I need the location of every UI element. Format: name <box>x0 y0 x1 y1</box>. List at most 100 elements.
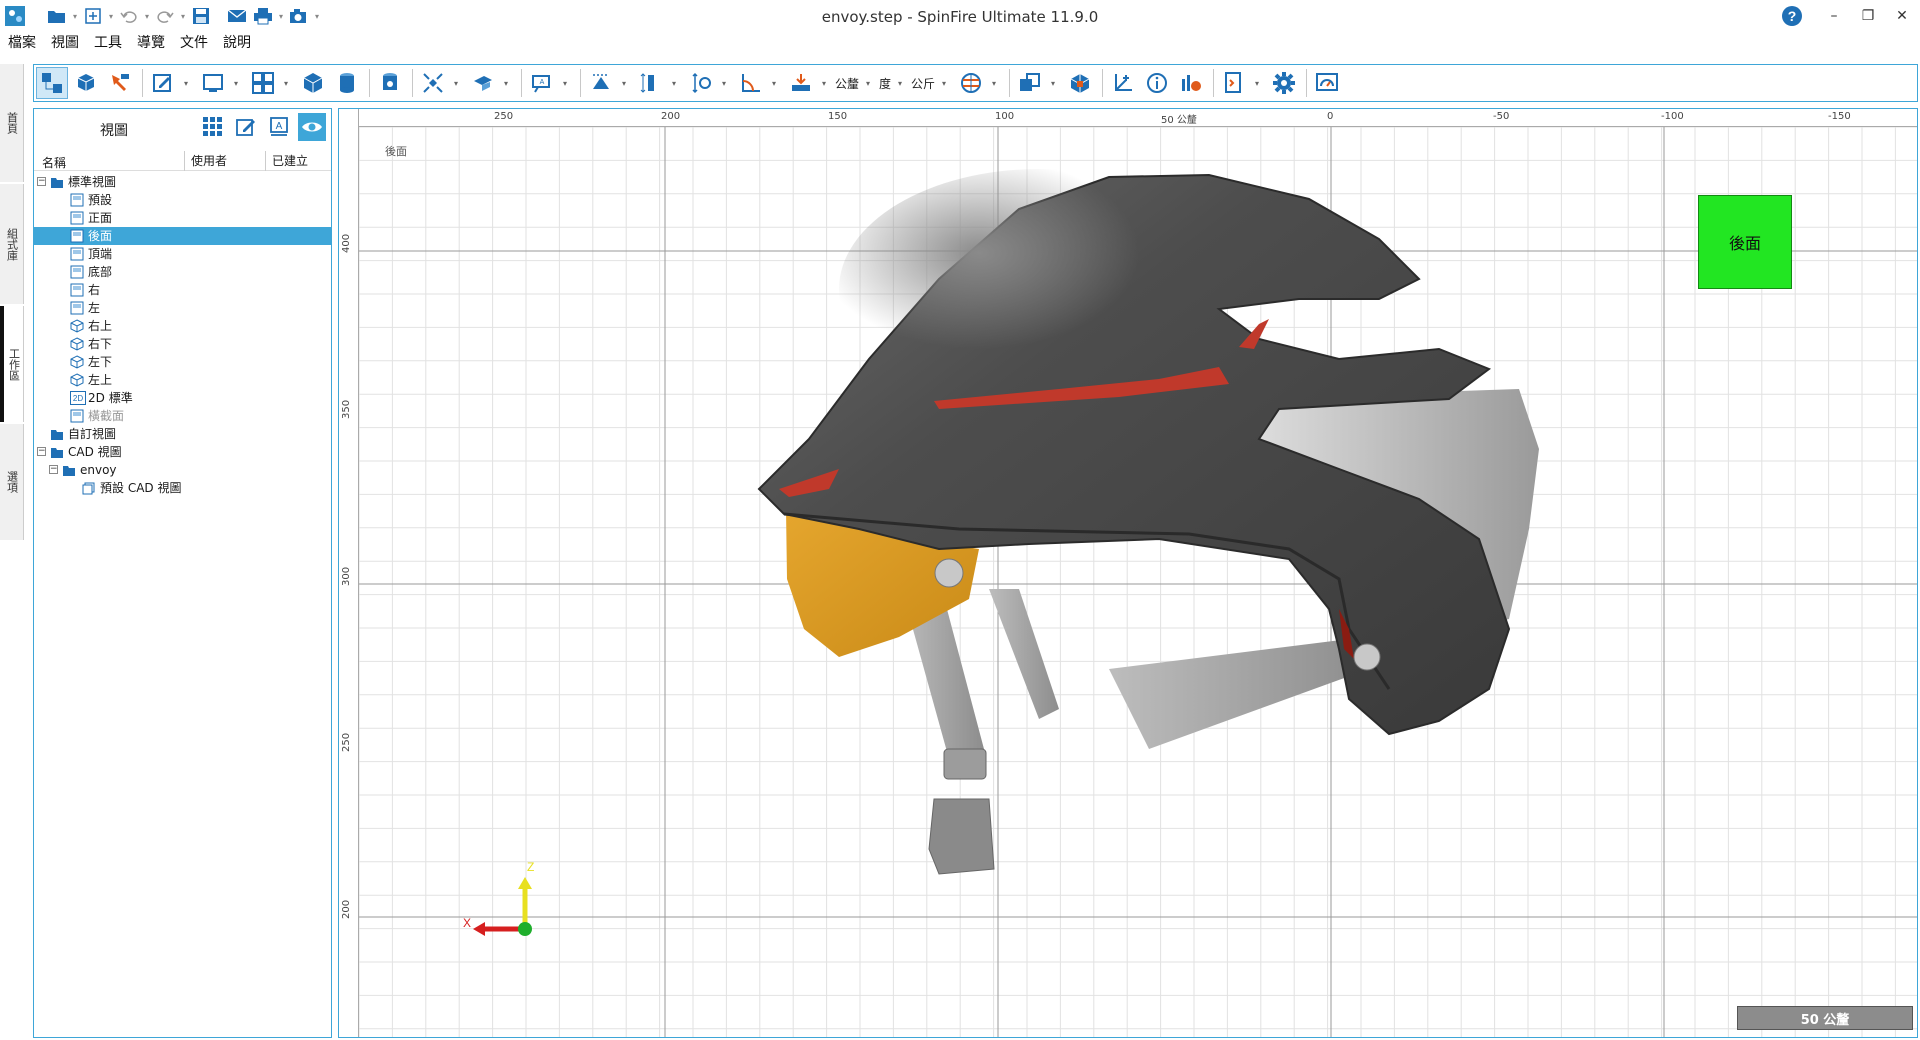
tolerance-unit-dropdown-icon[interactable]: ▾ <box>863 79 873 88</box>
materials-dropdown-icon[interactable]: ▾ <box>989 79 999 88</box>
column-name[interactable]: 名稱 <box>42 154 66 171</box>
tree-item-label: 右 <box>88 283 101 297</box>
help-button[interactable]: ? <box>1776 0 1808 32</box>
tree-item-label: 左下 <box>88 355 113 369</box>
tree-item[interactable]: 正面 <box>34 209 331 227</box>
tree-item[interactable]: 底部 <box>34 263 331 281</box>
menu-bar: 檔案 視圖 工具 導覽 文件 說明 <box>0 33 258 53</box>
tree-item[interactable]: 後面 <box>34 227 331 245</box>
tree-item[interactable]: 預設 <box>34 191 331 209</box>
navigation-cube[interactable]: 後面 <box>1698 195 1792 289</box>
tab-home[interactable]: 首頁 <box>0 64 24 182</box>
expand-toggle-icon[interactable]: − <box>49 465 58 474</box>
measure-radius-icon[interactable] <box>685 67 717 99</box>
edit-view-list-icon[interactable] <box>232 113 260 141</box>
tree-item[interactable]: 右下 <box>34 335 331 353</box>
cylinder-icon[interactable] <box>331 67 363 99</box>
tree-item[interactable]: − envoy <box>34 461 331 479</box>
annotate-view-icon[interactable]: A <box>265 113 293 141</box>
measure-distance-icon[interactable] <box>585 67 617 99</box>
angle-unit-select[interactable]: 度 <box>879 75 891 92</box>
measure-height-icon[interactable] <box>635 67 667 99</box>
mass-unit-select[interactable]: 公斤 <box>911 75 935 92</box>
mass-unit-dropdown-icon[interactable]: ▾ <box>939 79 949 88</box>
explode-dropdown-icon[interactable]: ▾ <box>451 79 461 88</box>
tree-item[interactable]: 左 <box>34 299 331 317</box>
tree-item[interactable]: 2D 2D 標準 <box>34 389 331 407</box>
expand-toggle-icon[interactable]: − <box>37 177 46 186</box>
navcube-face-label: 後面 <box>1728 234 1761 253</box>
restore-button[interactable]: ❐ <box>1852 0 1884 32</box>
tree-item[interactable]: 右上 <box>34 317 331 335</box>
view-icon <box>70 211 84 225</box>
tree-item[interactable]: 橫截面 <box>34 407 331 425</box>
compare-icon[interactable] <box>1014 67 1046 99</box>
coordinate-system-icon[interactable] <box>1107 67 1139 99</box>
close-button[interactable]: ✕ <box>1886 0 1918 32</box>
menu-help[interactable]: 說明 <box>215 33 258 53</box>
performance-icon[interactable] <box>1311 67 1343 99</box>
angle-unit-dropdown-icon[interactable]: ▾ <box>895 79 905 88</box>
tree-item[interactable]: 左上 <box>34 371 331 389</box>
measure-radius-dropdown-icon[interactable]: ▾ <box>719 79 729 88</box>
multi-viewport-icon[interactable] <box>247 67 279 99</box>
expand-toggle-icon[interactable]: − <box>37 447 46 456</box>
visibility-eye-icon[interactable] <box>298 113 326 141</box>
minimize-button[interactable]: – <box>1818 0 1850 32</box>
tree-item[interactable]: 自訂視圖 <box>34 425 331 443</box>
section-dropdown-icon[interactable]: ▾ <box>501 79 511 88</box>
tolerance-unit-select[interactable]: 公釐 <box>835 75 859 92</box>
edit-view-icon[interactable] <box>147 67 179 99</box>
compare-dropdown-icon[interactable]: ▾ <box>1048 79 1058 88</box>
materials-icon[interactable] <box>955 67 987 99</box>
parts-icon[interactable] <box>70 67 102 99</box>
measure-angle-icon[interactable] <box>735 67 767 99</box>
explode-icon[interactable] <box>417 67 449 99</box>
edit-view-dropdown-icon[interactable]: ▾ <box>181 79 191 88</box>
section-icon[interactable] <box>467 67 499 99</box>
column-created[interactable]: 已建立 <box>265 151 308 171</box>
helmet-model[interactable] <box>339 109 1918 1038</box>
tree-item[interactable]: 右 <box>34 281 331 299</box>
markup-tools-icon[interactable] <box>104 67 136 99</box>
grid-view-icon[interactable] <box>199 113 227 141</box>
rear-strap <box>1109 639 1369 749</box>
hruler-label: 100 <box>995 111 1015 122</box>
annotation-icon[interactable]: A <box>526 67 558 99</box>
column-user[interactable]: 使用者 <box>184 151 227 171</box>
tree-item[interactable]: − 標準視圖 <box>34 173 331 191</box>
annotation-dropdown-icon[interactable]: ▾ <box>560 79 570 88</box>
tab-library[interactable]: 組式庫 <box>0 184 24 304</box>
tree-item[interactable]: 預設 CAD 視圖 <box>34 479 331 497</box>
3d-viewport[interactable]: 250 200 150 100 50 公釐 0 -50 -100 -150 400 350 300 2… <box>338 108 1918 1038</box>
unfold-icon[interactable] <box>1064 67 1096 99</box>
menu-tools[interactable]: 工具 <box>86 33 129 53</box>
menu-navigate[interactable]: 導覽 <box>129 33 172 53</box>
menu-document[interactable]: 文件 <box>172 33 215 53</box>
gear-icon[interactable] <box>1268 67 1300 99</box>
script-dropdown-icon[interactable]: ▾ <box>1252 79 1262 88</box>
tree-column-header: 名稱 使用者 已建立 <box>34 151 331 171</box>
menu-view[interactable]: 視圖 <box>43 33 86 53</box>
measure-mass-dropdown-icon[interactable]: ▾ <box>819 79 829 88</box>
measure-height-dropdown-icon[interactable]: ▾ <box>669 79 679 88</box>
tab-workspace[interactable]: 工作區 <box>0 306 24 422</box>
tab-options[interactable]: 選項 <box>0 424 24 540</box>
info-icon[interactable] <box>1141 67 1173 99</box>
script-icon[interactable] <box>1218 67 1250 99</box>
measure-angle-dropdown-icon[interactable]: ▾ <box>769 79 779 88</box>
viewport-dropdown-icon[interactable]: ▾ <box>231 79 241 88</box>
tree-item[interactable]: 左下 <box>34 353 331 371</box>
multi-viewport-dropdown-icon[interactable]: ▾ <box>281 79 291 88</box>
model-tree-icon[interactable] <box>36 67 68 99</box>
solid-cube-icon[interactable] <box>297 67 329 99</box>
analysis-icon[interactable] <box>1175 67 1207 99</box>
measure-mass-icon[interactable] <box>785 67 817 99</box>
view-icon <box>70 229 84 243</box>
single-viewport-icon[interactable] <box>197 67 229 99</box>
tree-item[interactable]: 頂端 <box>34 245 331 263</box>
tree-item[interactable]: − CAD 視圖 <box>34 443 331 461</box>
measure-distance-dropdown-icon[interactable]: ▾ <box>619 79 629 88</box>
settings-cylinder-icon[interactable] <box>374 67 406 99</box>
menu-file[interactable]: 檔案 <box>0 33 43 53</box>
